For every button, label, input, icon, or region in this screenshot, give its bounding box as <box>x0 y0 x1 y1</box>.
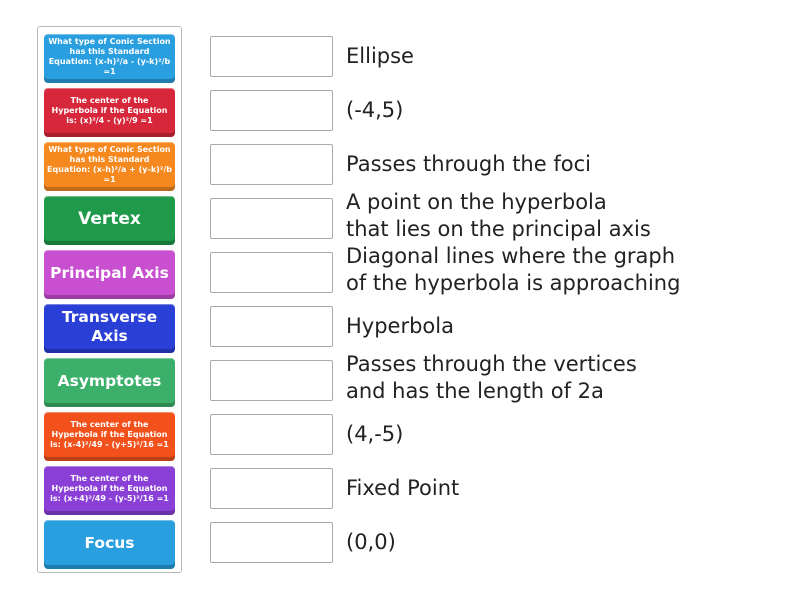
answer-label-7: Passes through the vertices and has the … <box>346 352 637 403</box>
drop-slot-4[interactable] <box>210 198 333 239</box>
drop-slot-5[interactable] <box>210 252 333 293</box>
tile-tray: What type of Conic Section has this Stan… <box>37 26 182 573</box>
tile-center-neg4-5-equation[interactable]: The center of the Hyperbola if the Equat… <box>44 466 175 515</box>
drop-slot-10[interactable] <box>210 522 333 563</box>
drop-slot-7[interactable] <box>210 360 333 401</box>
drop-slot-1[interactable] <box>210 36 333 77</box>
drop-slot-8[interactable] <box>210 414 333 455</box>
answer-label-5: Diagonal lines where the graph of the hy… <box>346 244 681 295</box>
drop-slot-3[interactable] <box>210 144 333 185</box>
tile-focus[interactable]: Focus <box>44 520 175 569</box>
answer-label-1: Ellipse <box>346 44 414 68</box>
tile-conic-type-hyperbola-equation[interactable]: What type of Conic Section has this Stan… <box>44 34 175 83</box>
tile-center-origin-equation[interactable]: The center of the Hyperbola if the Equat… <box>44 88 175 137</box>
answer-label-3: Passes through the foci <box>346 152 591 176</box>
tile-transverse-axis[interactable]: Transverse Axis <box>44 304 175 353</box>
drop-slot-6[interactable] <box>210 306 333 347</box>
answer-label-2: (-4,5) <box>346 98 404 122</box>
tile-vertex[interactable]: Vertex <box>44 196 175 245</box>
tile-asymptotes[interactable]: Asymptotes <box>44 358 175 407</box>
answer-label-8: (4,-5) <box>346 422 404 446</box>
tile-center-4-neg5-equation[interactable]: The center of the Hyperbola if the Equat… <box>44 412 175 461</box>
answer-label-4: A point on the hyperbola that lies on th… <box>346 190 651 241</box>
drop-slot-9[interactable] <box>210 468 333 509</box>
answer-label-6: Hyperbola <box>346 314 454 338</box>
tile-principal-axis[interactable]: Principal Axis <box>44 250 175 299</box>
drop-slot-2[interactable] <box>210 90 333 131</box>
answer-label-9: Fixed Point <box>346 476 460 500</box>
answer-label-10: (0,0) <box>346 530 396 554</box>
tile-conic-type-ellipse-equation[interactable]: What type of Conic Section has this Stan… <box>44 142 175 191</box>
